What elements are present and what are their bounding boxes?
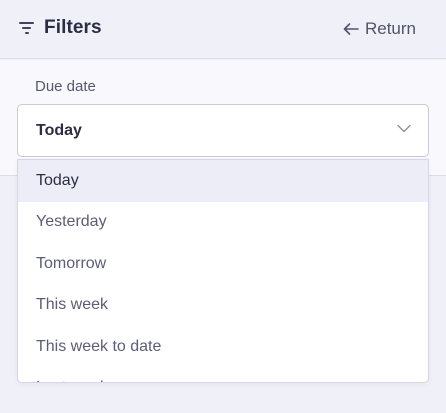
dropdown-option-this-week[interactable]: This week [18, 285, 428, 327]
filter-icon [19, 21, 34, 34]
due-date-dropdown-list[interactable]: Today Yesterday Tomorrow This week This … [17, 159, 429, 383]
page-title: Filters [44, 17, 102, 38]
filters-header: Filters Return [0, 0, 446, 59]
return-label: Return [364, 19, 416, 38]
chevron-down-icon [397, 124, 411, 133]
arrow-left-icon [343, 23, 359, 35]
dropdown-option-last-week[interactable]: Last week [18, 368, 428, 382]
dropdown-option-this-week-to-date[interactable]: This week to date [18, 326, 428, 368]
dropdown-option-yesterday[interactable]: Yesterday [18, 202, 428, 244]
dropdown-option-today[interactable]: Today [18, 160, 428, 202]
due-date-label: Due date [35, 78, 96, 95]
return-button[interactable]: Return [343, 18, 416, 40]
due-date-selected-value: Today [36, 122, 82, 139]
dropdown-option-tomorrow[interactable]: Tomorrow [18, 243, 428, 285]
due-date-select[interactable]: Today [17, 104, 429, 157]
